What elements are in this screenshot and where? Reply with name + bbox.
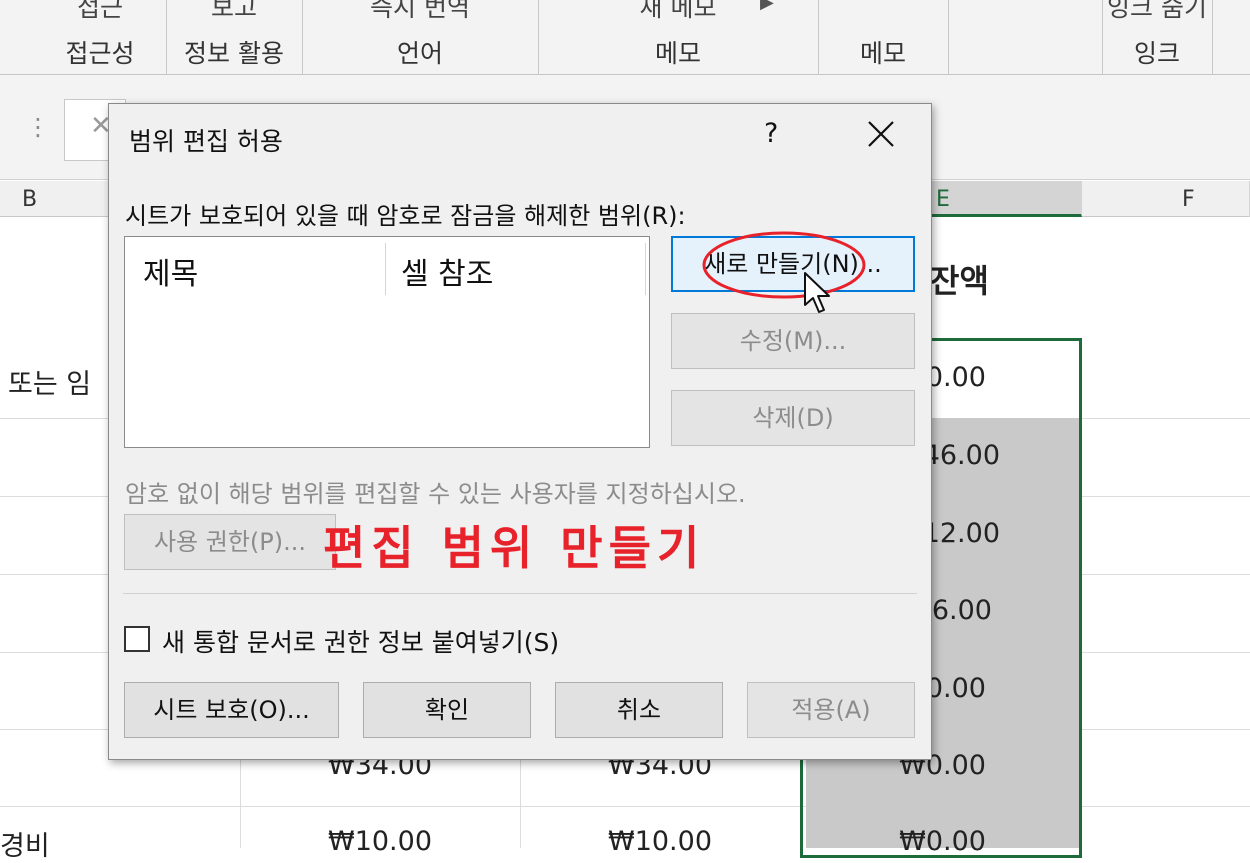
ranges-label: 시트가 보호되어 있을 때 암호로 잠금을 해제한 범위(R):	[125, 202, 686, 230]
ribbon-command-partial[interactable]: 접근	[34, 0, 166, 24]
paste-permissions-label[interactable]: 새 통합 문서로 권한 정보 붙여넣기(S)	[162, 623, 559, 659]
grip-icon[interactable]: ⋮	[26, 113, 50, 141]
ribbon-command-partial[interactable]: 새 메모	[538, 0, 818, 24]
list-header-divider[interactable]	[645, 243, 646, 295]
close-button[interactable]	[851, 112, 911, 156]
ribbon-group-ink[interactable]: 잉크 숨기 잉크	[1102, 0, 1213, 74]
allow-edit-ranges-dialog: 범위 편집 허용 ? 시트가 보호되어 있을 때 암호로 잠금을 해제한 범위(…	[108, 103, 932, 760]
ribbon-group-label: 정보 활용	[184, 39, 284, 68]
protect-sheet-button[interactable]: 시트 보호(O)...	[124, 682, 339, 738]
balance-cell[interactable]: ₩0.00	[866, 826, 986, 857]
close-icon	[868, 121, 894, 147]
modify-range-button[interactable]: 수정(M)...	[671, 313, 915, 369]
list-header-divider[interactable]	[385, 243, 386, 295]
row-label-cell[interactable]: 경비	[0, 824, 50, 863]
ribbon: 접근 접근성 보고 정보 활용 즉시 번역 언어 새 메모 ▶ 메모 메모 잉크…	[0, 0, 1250, 75]
amount-cell[interactable]: ₩10.00	[328, 826, 432, 857]
ok-button[interactable]: 확인	[363, 682, 531, 738]
ribbon-command-partial[interactable]: 보고	[166, 0, 302, 24]
apply-button[interactable]: 적용(A)	[747, 682, 915, 738]
list-header-cell-ref[interactable]: 셀 참조	[401, 249, 493, 293]
paste-permissions-checkbox[interactable]	[124, 626, 150, 652]
divider	[123, 593, 917, 594]
cancel-button[interactable]: 취소	[555, 682, 723, 738]
list-header-title[interactable]: 제목	[143, 249, 198, 293]
help-button[interactable]: ?	[764, 118, 778, 149]
ribbon-group-label: 메모	[859, 39, 906, 68]
annotation-label: 편집 범위 만들기	[323, 521, 706, 575]
permissions-description: 암호 없이 해당 범위를 편집할 수 있는 사용자를 지정하십시오.	[125, 480, 746, 508]
amount-cell[interactable]: ₩10.00	[608, 826, 712, 857]
ribbon-command-partial[interactable]: 잉크 숨기	[1102, 0, 1212, 24]
ribbon-group-notes[interactable]: 메모	[818, 0, 949, 74]
ribbon-group-comments[interactable]: 새 메모 ▶ 메모	[538, 0, 819, 74]
permissions-button[interactable]: 사용 권한(P)...	[124, 514, 336, 570]
row-label-cell[interactable]: 또는 임	[8, 362, 91, 401]
ribbon-group-language[interactable]: 즉시 번역 언어	[302, 0, 539, 74]
ribbon-group-accessibility[interactable]: 접근 접근성	[34, 0, 167, 74]
column-heading-cell[interactable]: 잔액	[930, 256, 989, 302]
column-header-f[interactable]: F	[1082, 181, 1250, 217]
mouse-cursor-icon	[804, 272, 830, 313]
ribbon-group-label: 메모	[654, 39, 701, 68]
ribbon-group-empty[interactable]	[948, 0, 1103, 74]
dialog-title: 범위 편집 허용	[129, 127, 283, 156]
highlight-ellipse-icon	[702, 231, 866, 299]
delete-range-button[interactable]: 삭제(D)	[671, 390, 915, 446]
ribbon-command-partial[interactable]: 즉시 번역	[302, 0, 538, 24]
ribbon-group-label: 잉크	[1133, 39, 1180, 68]
ribbon-group-label: 언어	[396, 39, 443, 68]
ranges-listbox[interactable]: 제목 셀 참조	[124, 236, 650, 448]
chevron-right-icon: ▶	[760, 0, 774, 13]
ribbon-group-label: 접근성	[65, 39, 135, 68]
ribbon-group-insights[interactable]: 보고 정보 활용	[166, 0, 303, 74]
